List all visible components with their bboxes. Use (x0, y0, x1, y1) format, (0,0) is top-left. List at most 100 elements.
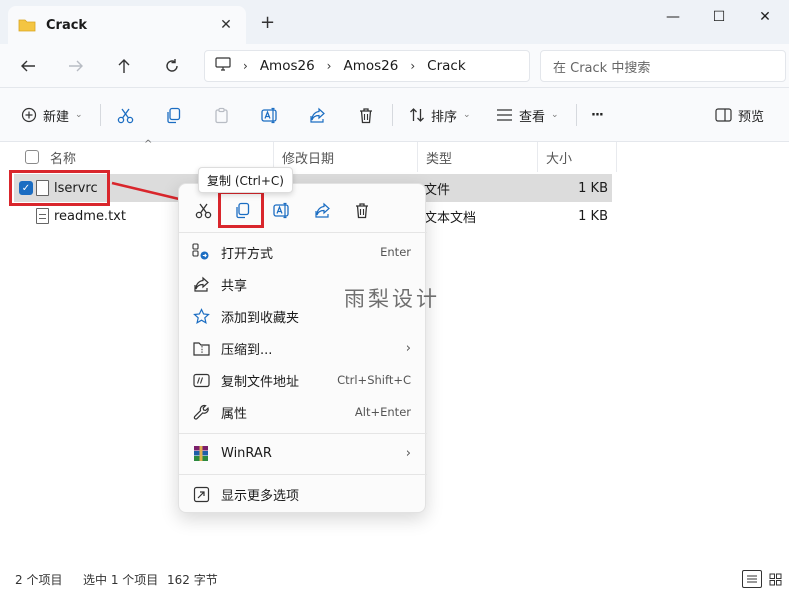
more-options-button[interactable]: ··· (591, 103, 604, 127)
view-label: 查看 (519, 109, 546, 125)
tab-crack[interactable]: Crack ✕ (8, 6, 246, 44)
back-button[interactable] (13, 52, 43, 80)
share-button[interactable] (309, 103, 326, 127)
item-count: 2 个项目 (15, 573, 63, 587)
folder-icon (18, 18, 36, 32)
view-list-icon (497, 109, 512, 121)
scissors-icon (195, 203, 211, 218)
context-rename-button[interactable] (268, 196, 296, 224)
breadcrumb-item[interactable]: Crack (427, 58, 466, 74)
breadcrumb-item[interactable]: Amos26 (260, 58, 315, 74)
column-size-label: 大小 (546, 151, 573, 167)
context-share-button[interactable] (308, 196, 336, 224)
highlight-box-file (9, 170, 110, 206)
address-toolbar: › Amos26 › Amos26 › Crack 在 Crack 中搜索 (0, 44, 789, 88)
arrow-right-icon (69, 60, 83, 72)
sort-label: 排序 (431, 109, 458, 125)
toolbar-divider (576, 104, 577, 126)
sort-button[interactable]: 排序 ⌄ (409, 103, 471, 127)
delete-button[interactable] (358, 103, 374, 127)
address-bar[interactable]: › Amos26 › Amos26 › Crack (204, 50, 530, 82)
forward-button[interactable] (61, 52, 91, 80)
selection-size: 162 字节 (167, 573, 218, 587)
select-all-checkbox[interactable] (25, 150, 39, 164)
menu-item-show-more[interactable]: 显示更多选项 (179, 478, 427, 510)
context-delete-button[interactable] (348, 196, 376, 224)
chevron-right-icon: › (405, 340, 411, 356)
share-icon (314, 202, 330, 218)
new-tab-button[interactable]: + (260, 12, 275, 33)
context-cut-button[interactable] (189, 196, 217, 224)
menu-item-compress[interactable]: 压缩到... › (179, 332, 427, 364)
tab-title: Crack (46, 17, 88, 33)
close-tab-icon[interactable]: ✕ (216, 17, 236, 33)
toolbar-divider (100, 104, 101, 126)
show-more-options-icon (192, 485, 210, 503)
menu-item-copy-path[interactable]: 复制文件地址 Ctrl+Shift+C (179, 364, 427, 396)
winrar-icon (192, 444, 210, 462)
star-icon (192, 307, 210, 325)
search-placeholder: 在 Crack 中搜索 (553, 60, 651, 76)
paste-icon (215, 107, 228, 123)
new-label: 新建 (43, 109, 70, 125)
preview-label: 预览 (738, 109, 765, 125)
computer-icon (215, 56, 231, 76)
breadcrumb-separator: › (410, 59, 416, 73)
copy-path-icon (192, 371, 210, 389)
column-type-label: 类型 (426, 151, 453, 167)
tiles-view-icon (769, 573, 781, 585)
trash-icon (356, 202, 368, 218)
rename-icon (273, 202, 289, 218)
scissors-icon (117, 108, 134, 123)
file-size: 1 KB (578, 208, 608, 224)
details-view-button[interactable] (742, 570, 762, 588)
column-name-label: 名称 (50, 151, 77, 167)
command-bar: 新建 ⌄ 排序 ⌄ 查看 ⌄ ··· 预览 (0, 88, 789, 142)
breadcrumb-separator: › (326, 59, 332, 73)
maximize-button[interactable]: ☐ (696, 4, 742, 30)
up-button[interactable] (109, 52, 139, 80)
copy-icon (167, 107, 181, 123)
share-icon (192, 275, 210, 293)
close-window-button[interactable]: ✕ (742, 4, 788, 30)
rename-icon (261, 107, 277, 123)
details-view-icon (747, 575, 757, 583)
search-input[interactable]: 在 Crack 中搜索 (540, 50, 786, 82)
breadcrumb-separator: › (243, 59, 248, 73)
file-size: 1 KB (578, 180, 608, 196)
file-type: 文本文档 (424, 210, 477, 226)
sort-icon (410, 108, 424, 122)
cut-button[interactable] (117, 103, 134, 127)
menu-divider (179, 474, 427, 475)
column-type[interactable]: 类型 (417, 142, 537, 172)
menu-item-winrar[interactable]: WinRAR › (179, 437, 427, 469)
text-file-icon (36, 208, 49, 224)
preview-button[interactable]: 预览 (715, 103, 764, 127)
chevron-right-icon: › (405, 445, 411, 461)
view-button[interactable]: 查看 ⌄ (496, 103, 559, 127)
menu-item-properties[interactable]: 属性 Alt+Enter (179, 396, 427, 428)
column-size[interactable]: 大小 (537, 142, 617, 172)
zip-folder-icon (192, 339, 210, 357)
arrow-left-icon (21, 60, 35, 72)
refresh-button[interactable] (157, 52, 187, 80)
file-type: 文件 (424, 182, 451, 198)
refresh-icon (166, 59, 178, 72)
preview-pane-icon (715, 108, 732, 122)
toolbar-divider (392, 104, 393, 126)
copy-tooltip: 复制 (Ctrl+C) (198, 167, 293, 193)
arrow-up-icon (118, 59, 130, 73)
column-modified[interactable]: 修改日期 (273, 142, 417, 172)
minimize-button[interactable]: — (650, 4, 696, 30)
new-button[interactable]: 新建 ⌄ (21, 103, 83, 127)
share-icon (310, 107, 325, 123)
breadcrumb-item[interactable]: Amos26 (343, 58, 398, 74)
menu-item-open-with[interactable]: 打开方式 Enter (179, 236, 427, 268)
copy-button[interactable] (165, 103, 182, 127)
tiles-view-button[interactable] (765, 570, 785, 588)
open-with-icon (192, 243, 210, 261)
column-modified-label: 修改日期 (282, 151, 335, 167)
rename-button[interactable] (261, 103, 279, 127)
paste-button[interactable] (213, 103, 230, 127)
context-menu: 打开方式 Enter 共享 添加到收藏夹 压缩到... › 复制文件地址 Ctr… (178, 183, 427, 513)
